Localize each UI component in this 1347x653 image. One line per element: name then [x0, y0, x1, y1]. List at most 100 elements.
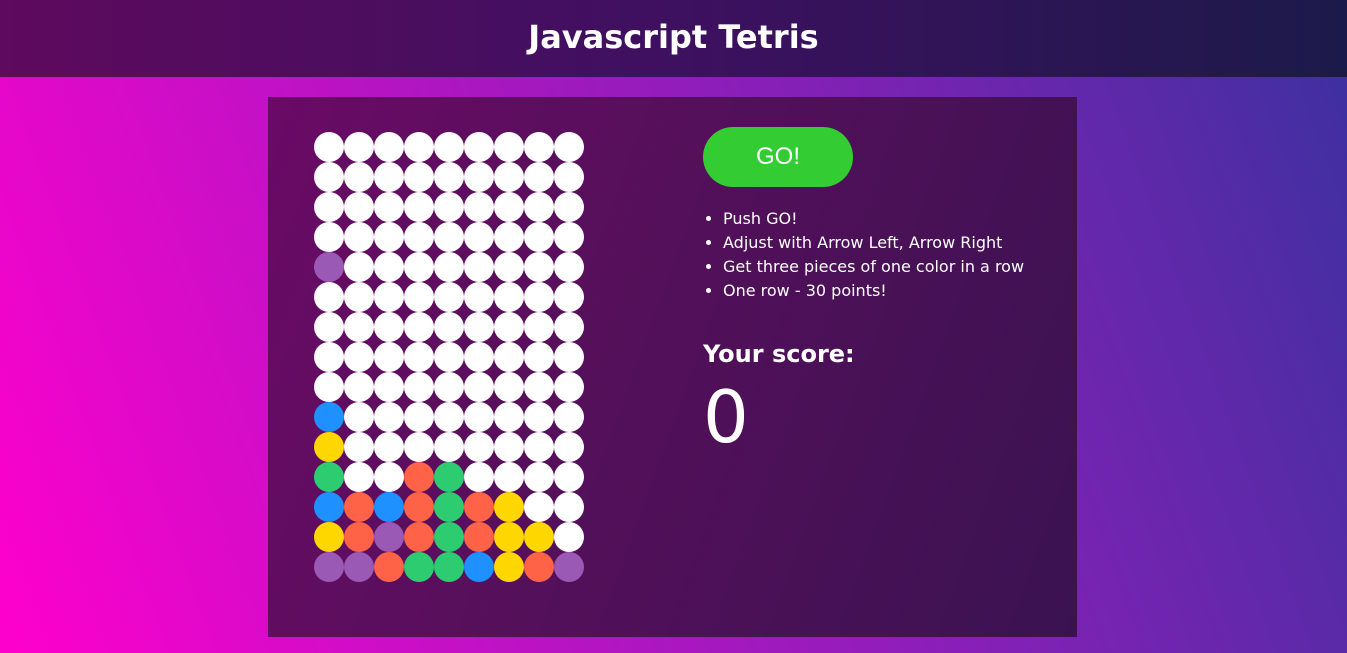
board-cell-empty	[464, 372, 494, 402]
board-cell-empty	[434, 222, 464, 252]
board-cell-empty	[464, 432, 494, 462]
board-cell-empty	[554, 402, 584, 432]
board-cell-purple	[314, 552, 344, 582]
board-cell-empty	[434, 372, 464, 402]
board-cell-empty	[524, 372, 554, 402]
board-cell-empty	[344, 192, 374, 222]
board-cell-empty	[554, 432, 584, 462]
board-cell-empty	[494, 342, 524, 372]
board-cell-empty	[554, 372, 584, 402]
board-cell-empty	[434, 282, 464, 312]
board-cell-empty	[524, 252, 554, 282]
board-cell-green	[314, 462, 344, 492]
board-cell-purple	[314, 252, 344, 282]
board-cell-blue	[314, 402, 344, 432]
board-cell-empty	[494, 132, 524, 162]
board-cell-empty	[404, 222, 434, 252]
board-cell-empty	[404, 312, 434, 342]
board-cell-purple	[344, 552, 374, 582]
board-cell-empty	[344, 252, 374, 282]
board-cell-empty	[374, 372, 404, 402]
page-title: Javascript Tetris	[528, 18, 819, 56]
board-cell-empty	[464, 132, 494, 162]
board-cell-green	[434, 492, 464, 522]
board-cell-red	[464, 492, 494, 522]
board-cell-empty	[344, 132, 374, 162]
board-cell-empty	[404, 162, 434, 192]
instructions-list: Push GO! Adjust with Arrow Left, Arrow R…	[703, 207, 1093, 303]
board-cell-empty	[494, 222, 524, 252]
board-cell-empty	[524, 282, 554, 312]
game-panel: GO! Push GO! Adjust with Arrow Left, Arr…	[268, 97, 1077, 637]
board-cell-empty	[554, 342, 584, 372]
board-cell-empty	[344, 162, 374, 192]
board-cell-empty	[494, 192, 524, 222]
board-cell-empty	[554, 522, 584, 552]
board-cell-empty	[404, 372, 434, 402]
board-cell-green	[434, 552, 464, 582]
board-cell-yellow	[314, 522, 344, 552]
board-cell-yellow	[524, 522, 554, 552]
board-cell-empty	[344, 372, 374, 402]
board-cell-empty	[554, 462, 584, 492]
board-cell-empty	[494, 162, 524, 192]
board-cell-empty	[524, 402, 554, 432]
game-board	[314, 132, 584, 582]
board-cell-green	[434, 522, 464, 552]
board-cell-empty	[524, 222, 554, 252]
board-cell-empty	[404, 282, 434, 312]
board-cell-empty	[404, 252, 434, 282]
board-cell-empty	[374, 432, 404, 462]
board-cell-empty	[434, 342, 464, 372]
board-cell-empty	[344, 432, 374, 462]
board-cell-empty	[494, 402, 524, 432]
board-cell-empty	[374, 282, 404, 312]
board-cell-empty	[404, 432, 434, 462]
board-cell-yellow	[494, 492, 524, 522]
board-cell-empty	[554, 252, 584, 282]
board-cell-empty	[524, 492, 554, 522]
board-cell-empty	[434, 402, 464, 432]
go-button[interactable]: GO!	[703, 127, 853, 187]
board-cell-empty	[314, 192, 344, 222]
board-cell-empty	[374, 402, 404, 432]
board-cell-empty	[374, 222, 404, 252]
board-cell-empty	[464, 252, 494, 282]
board-cell-empty	[344, 282, 374, 312]
board-cell-empty	[314, 162, 344, 192]
board-cell-empty	[464, 192, 494, 222]
board-cell-empty	[434, 252, 464, 282]
board-cell-empty	[374, 162, 404, 192]
score-value: 0	[703, 375, 749, 459]
board-cell-red	[404, 492, 434, 522]
board-cell-empty	[314, 132, 344, 162]
board-cell-empty	[524, 462, 554, 492]
board-cell-empty	[314, 282, 344, 312]
board-cell-empty	[464, 462, 494, 492]
board-cell-empty	[434, 192, 464, 222]
board-cell-empty	[434, 162, 464, 192]
board-cell-empty	[404, 342, 434, 372]
board-cell-yellow	[314, 432, 344, 462]
board-cell-empty	[524, 192, 554, 222]
board-cell-empty	[344, 402, 374, 432]
board-cell-empty	[494, 252, 524, 282]
board-cell-empty	[434, 132, 464, 162]
board-cell-red	[374, 552, 404, 582]
board-cell-empty	[524, 342, 554, 372]
board-cell-green	[434, 462, 464, 492]
board-cell-empty	[494, 372, 524, 402]
board-cell-empty	[464, 402, 494, 432]
board-cell-empty	[494, 432, 524, 462]
board-cell-empty	[374, 462, 404, 492]
board-cell-empty	[494, 282, 524, 312]
board-cell-empty	[494, 462, 524, 492]
board-cell-empty	[554, 492, 584, 522]
board-cell-empty	[434, 432, 464, 462]
board-cell-empty	[554, 192, 584, 222]
instruction-item: Get three pieces of one color in a row	[723, 255, 1093, 279]
board-cell-empty	[524, 132, 554, 162]
top-bar: Javascript Tetris	[0, 0, 1347, 77]
board-cell-empty	[344, 222, 374, 252]
board-cell-red	[344, 522, 374, 552]
